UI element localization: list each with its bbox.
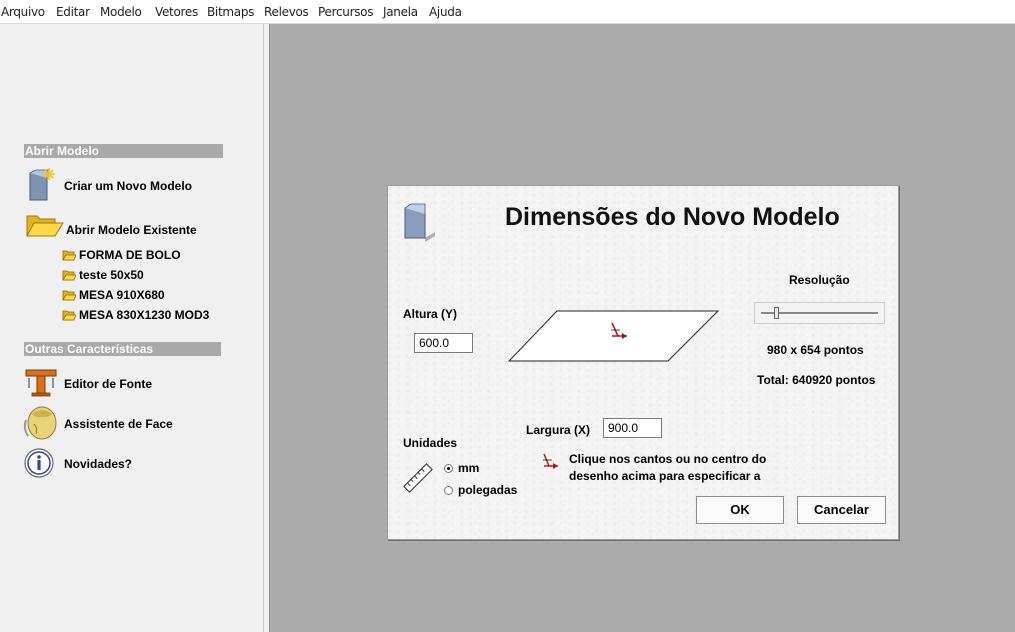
unit-inches-label: polegadas	[458, 483, 518, 497]
ruler-icon	[401, 460, 435, 499]
open-existing-model-item[interactable]: Abrir Modelo Existente	[22, 210, 242, 240]
info-icon	[23, 448, 55, 483]
resolution-label: Resolução	[789, 273, 850, 287]
face-wizard-label: Assistente de Face	[64, 417, 173, 431]
model-preview[interactable]	[506, 308, 720, 367]
menu-bar: Arquivo Editar Modelo Vetores Bitmaps Re…	[0, 0, 1015, 24]
width-input[interactable]	[603, 418, 662, 438]
font-editor-item[interactable]: Editor de Fonte	[22, 368, 222, 398]
other-features-section-header: Outras Características	[24, 342, 221, 356]
open-existing-model-label: Abrir Modelo Existente	[66, 223, 197, 237]
height-input[interactable]	[414, 333, 473, 353]
hint-line-1: Clique nos cantos ou no centro do	[569, 452, 767, 466]
panel-splitter[interactable]	[263, 24, 270, 632]
unit-mm-label: mm	[458, 461, 480, 475]
recent-file-label: MESA 910X680	[79, 288, 165, 302]
recent-file-icon	[62, 290, 76, 301]
open-model-section-header: Abrir Modelo	[24, 144, 223, 158]
folder-icon	[25, 210, 65, 243]
recent-file-label: MESA 830X1230 MOD3	[79, 308, 210, 322]
menu-vetores[interactable]: Vetores	[155, 5, 198, 19]
ok-button[interactable]: OK	[696, 496, 784, 524]
menu-relevos[interactable]: Relevos	[264, 5, 309, 19]
unit-inches-radio[interactable]	[444, 486, 453, 495]
resolution-total: Total: 640920 pontos	[757, 373, 876, 387]
new-document-icon	[26, 166, 58, 205]
news-label: Novidades?	[64, 457, 133, 471]
resolution-points: 980 x 654 pontos	[767, 343, 864, 357]
menu-arquivo[interactable]: Arquivo	[1, 5, 45, 19]
recent-file-icon	[62, 310, 76, 321]
hint-line-2: desenho acima para especificar a	[569, 469, 761, 483]
assistant-panel: Abrir Modelo Criar um Novo Modelo Abrir …	[0, 24, 263, 632]
units-label: Unidades	[403, 436, 458, 450]
resolution-slider-thumb[interactable]	[774, 307, 780, 319]
new-model-dimensions-dialog: Dimensões do Novo Modelo Altura (Y) Reso…	[387, 185, 899, 540]
face-wizard-icon	[22, 404, 60, 445]
recent-file-label: FORMA DE BOLO	[79, 248, 181, 262]
resolution-slider[interactable]	[754, 302, 885, 324]
create-new-model-item[interactable]: Criar um Novo Modelo	[22, 166, 242, 201]
recent-file-label: teste 50x50	[79, 268, 144, 282]
recent-file-icon	[62, 250, 76, 261]
face-wizard-item[interactable]: Assistente de Face	[22, 404, 222, 440]
width-label: Largura (X)	[526, 423, 591, 437]
menu-editar[interactable]: Editar	[56, 5, 90, 19]
menu-janela[interactable]: Janela	[383, 5, 418, 19]
origin-hint-icon	[542, 453, 560, 472]
dialog-title: Dimensões do Novo Modelo	[505, 203, 840, 231]
font-editor-icon	[24, 368, 58, 401]
menu-modelo[interactable]: Modelo	[100, 5, 142, 19]
menu-bitmaps[interactable]: Bitmaps	[207, 5, 254, 19]
cancel-button[interactable]: Cancelar	[797, 496, 886, 524]
news-item[interactable]: Novidades?	[22, 448, 222, 478]
recent-file-icon	[62, 270, 76, 281]
menu-percursos[interactable]: Percursos	[318, 5, 373, 19]
document-icon	[401, 202, 437, 245]
font-editor-label: Editor de Fonte	[64, 377, 152, 391]
unit-mm-radio[interactable]	[444, 464, 453, 473]
height-label: Altura (Y)	[403, 307, 457, 321]
menu-ajuda[interactable]: Ajuda	[429, 5, 462, 19]
create-new-model-label: Criar um Novo Modelo	[64, 179, 193, 193]
